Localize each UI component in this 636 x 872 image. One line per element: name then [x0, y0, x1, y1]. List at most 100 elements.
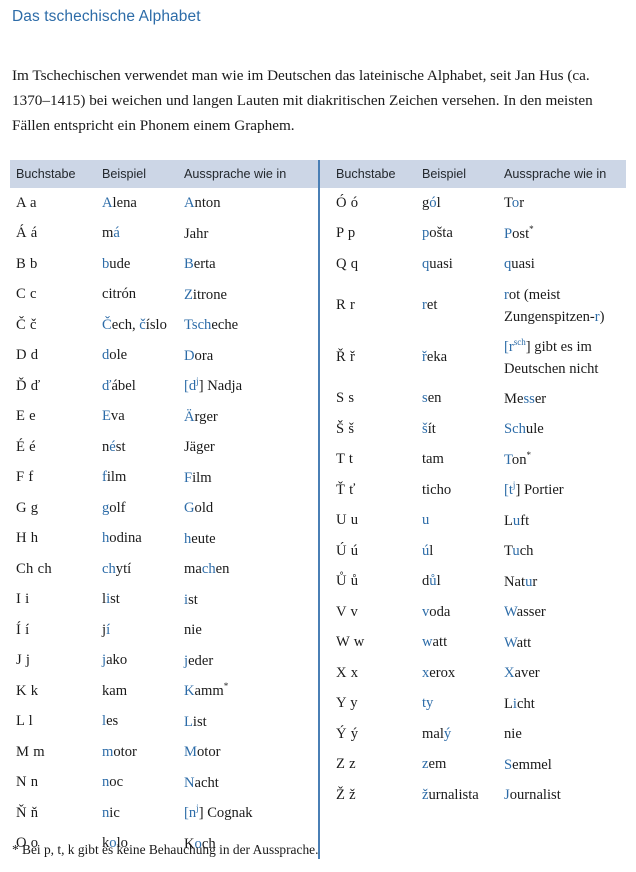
cell-letter: Ť ť	[336, 481, 356, 498]
cell-pronunciation: Tscheche	[184, 314, 318, 336]
cell-pronunciation: Tor	[504, 192, 626, 214]
cell-example: dole	[102, 347, 184, 364]
cell-example: motor	[102, 744, 184, 761]
cell-pronunciation: Schule	[504, 418, 626, 440]
cell-example: sen	[422, 390, 504, 407]
text-segment: cht	[516, 695, 535, 712]
text-segment: er	[534, 390, 547, 407]
text-segment: ch	[102, 560, 116, 577]
text-segment: m	[102, 743, 114, 760]
text-segment: ošta	[429, 225, 453, 242]
cell-letter: Z z	[336, 756, 356, 773]
text-segment: lena	[112, 194, 137, 211]
text-segment: citrón	[102, 286, 137, 303]
table-row: Z z zem Semmel	[330, 750, 626, 781]
text-segment: ] Nadja	[198, 378, 243, 395]
text-segment: amm	[194, 683, 224, 700]
text-segment: uasi	[429, 255, 453, 272]
table-column-right: Ó ó gól Tor P p pošta Post* Q q quasi quasi R r re…	[318, 188, 626, 860]
cell-letter: Í í	[16, 621, 30, 638]
header-example-right: Beispiel	[422, 167, 467, 182]
cell-pronunciation: Semmel	[504, 754, 626, 776]
text-segment: ó	[429, 194, 437, 211]
cell-pronunciation: Motor	[184, 741, 318, 763]
cell-letter: B b	[16, 255, 38, 272]
cell-letter: Ď ď	[16, 377, 41, 394]
table-row: V v voda Wasser	[330, 597, 626, 628]
cell-pronunciation: Ärger	[184, 406, 318, 428]
cell-pronunciation: Post*	[504, 223, 626, 245]
text-segment: M	[184, 744, 197, 761]
cell-example: malý	[422, 726, 504, 743]
cell-letter: W w	[336, 634, 365, 651]
text-segment: G	[184, 500, 195, 517]
text-segment: ude	[109, 255, 131, 272]
text-segment: )	[599, 308, 605, 325]
cell-example: Čech, číslo	[102, 317, 184, 334]
text-segment: urnalista	[428, 786, 479, 803]
text-segment: ů	[429, 573, 437, 590]
alphabet-table: Buchstabe Beispiel Aussprache wie in Buc…	[10, 160, 626, 860]
text-segment: T	[504, 451, 512, 468]
cell-pronunciation: nie	[504, 723, 626, 745]
cell-example: důl	[422, 573, 504, 590]
table-row: Ť ť ticho [tj] Portier	[330, 475, 626, 506]
header-pron-left: Aussprache wie in	[184, 167, 287, 182]
cell-pronunciation: Journalist	[504, 784, 626, 806]
text-segment: ticho	[422, 481, 452, 498]
cell-example: pošta	[422, 225, 504, 242]
cell-letter: N n	[16, 774, 39, 791]
table-row: Ó ó gól Tor	[330, 188, 626, 219]
text-segment: erox	[429, 664, 456, 681]
table-row: A a Alena Anton	[10, 188, 318, 219]
table-row: Ď ď ďábel [dj] Nadja	[10, 371, 318, 402]
text-segment: asser	[516, 604, 546, 621]
text-segment: [d	[184, 378, 197, 395]
cell-letter: Ú ú	[336, 542, 359, 559]
text-segment: l	[436, 573, 441, 590]
text-segment: ma	[184, 561, 202, 578]
text-segment: Z	[184, 286, 193, 303]
text-segment: W	[504, 604, 517, 621]
cell-letter: S s	[336, 390, 355, 407]
table-row: Ý ý malý nie	[330, 719, 626, 750]
table-row: E e Eva Ärger	[10, 402, 318, 433]
text-segment: nie	[184, 622, 202, 639]
cell-pronunciation: Nacht	[184, 772, 318, 794]
text-segment: itrone	[192, 286, 227, 303]
cell-pronunciation: [dj] Nadja	[184, 375, 318, 397]
text-segment: otor	[113, 743, 137, 760]
text-segment: L	[504, 512, 513, 529]
cell-example: film	[102, 469, 184, 486]
text-segment: ic	[109, 804, 120, 821]
text-segment: ilm	[106, 469, 127, 486]
cell-example: nést	[102, 439, 184, 456]
table-row: X x xerox Xaver	[330, 658, 626, 689]
text-segment: Me	[504, 390, 524, 407]
table-row: Q q quasi quasi	[330, 249, 626, 280]
text-segment: Tsch	[184, 317, 212, 334]
text-segment: Č	[102, 316, 112, 333]
text-segment: va	[110, 408, 125, 425]
cell-pronunciation: Xaver	[504, 662, 626, 684]
cell-letter: J j	[16, 652, 31, 669]
text-segment: l	[436, 194, 441, 211]
text-segment: emmel	[512, 756, 552, 773]
text-segment: Sch	[504, 421, 526, 438]
cell-letter: I i	[16, 591, 30, 608]
text-segment: ý	[443, 725, 452, 742]
table-row: Ž ž žurnalista Journalist	[330, 780, 626, 811]
cell-letter: Q q	[336, 255, 359, 272]
cell-pronunciation: Jahr	[184, 223, 318, 245]
text-segment: á	[113, 225, 120, 242]
cell-pronunciation: jeder	[184, 650, 318, 672]
text-segment: ako	[106, 652, 128, 669]
cell-letter: A a	[16, 194, 37, 211]
text-segment: en	[427, 390, 442, 407]
cell-example: u	[422, 512, 504, 529]
text-segment: es	[106, 713, 119, 730]
text-segment: A	[184, 195, 195, 212]
text-segment: eute	[191, 530, 216, 547]
intro-paragraph: Im Tschechischen verwendet man wie im De…	[12, 67, 593, 135]
cell-pronunciation: Dora	[184, 345, 318, 367]
